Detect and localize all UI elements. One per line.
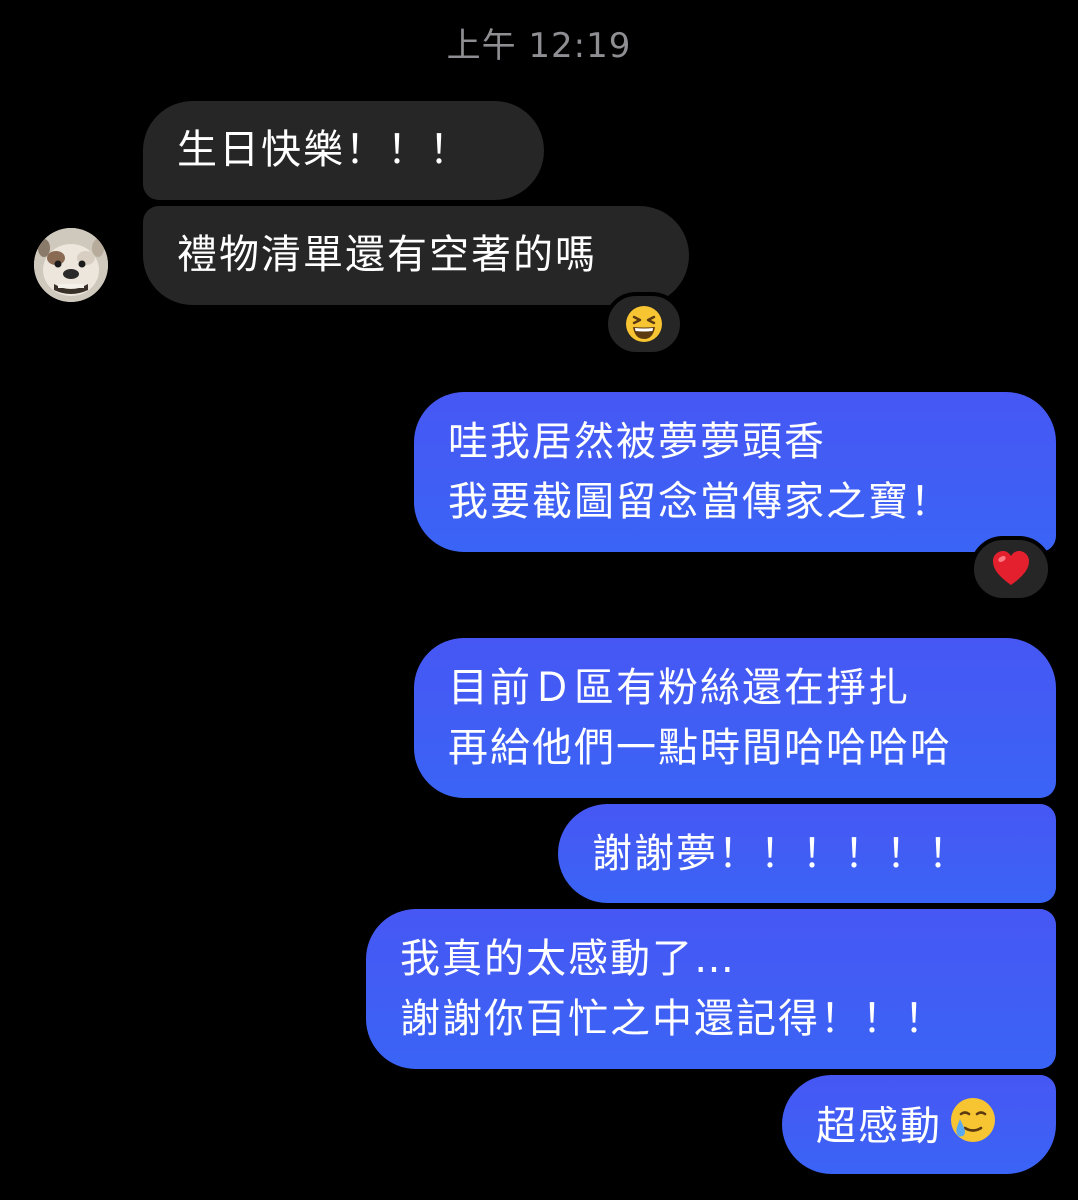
message-text: 生日快樂！！！ xyxy=(177,127,471,173)
message-text: 超感動 xyxy=(816,1103,942,1150)
message-text: 謝謝夢！！！！！！ xyxy=(592,831,970,877)
message-reaction[interactable] xyxy=(604,292,684,356)
outgoing-message-bubble[interactable]: 哇我居然被夢夢頭香 我要截圖留念當傳家之寶！ xyxy=(414,392,1056,552)
message-text: 我要截圖留念當傳家之寶！ xyxy=(448,479,952,525)
red-heart-icon xyxy=(993,551,1029,585)
message-text: 目前Ｄ區有粉絲還在掙扎 xyxy=(448,665,910,711)
outgoing-message-bubble[interactable]: 超感動 xyxy=(782,1075,1056,1174)
message-text: 哇我居然被夢夢頭香 xyxy=(448,419,826,465)
outgoing-message-bubble[interactable]: 我真的太感動了… 謝謝你百忙之中還記得！！！ xyxy=(366,909,1056,1069)
message-timestamp: 上午 12:19 xyxy=(446,26,632,66)
grinning-squinting-face-icon xyxy=(626,306,662,342)
message-reaction[interactable] xyxy=(970,536,1052,602)
message-text: 我真的太感動了… xyxy=(400,936,736,982)
incoming-message-bubble[interactable]: 生日快樂！！！ xyxy=(143,101,544,200)
incoming-message-bubble[interactable]: 禮物清單還有空著的嗎 xyxy=(143,206,689,305)
message-text: 謝謝你百忙之中還記得！！！ xyxy=(400,996,946,1042)
outgoing-message-bubble[interactable]: 目前Ｄ區有粉絲還在掙扎 再給他們一點時間哈哈哈哈 xyxy=(414,638,1056,798)
message-text: 禮物清單還有空著的嗎 xyxy=(177,232,597,278)
crying-smile-face-icon xyxy=(948,1095,998,1162)
outgoing-message-bubble[interactable]: 謝謝夢！！！！！！ xyxy=(558,804,1056,903)
bulldog-avatar[interactable] xyxy=(34,228,108,302)
message-text: 再給他們一點時間哈哈哈哈 xyxy=(448,725,952,771)
bulldog-avatar-icon xyxy=(34,228,108,302)
